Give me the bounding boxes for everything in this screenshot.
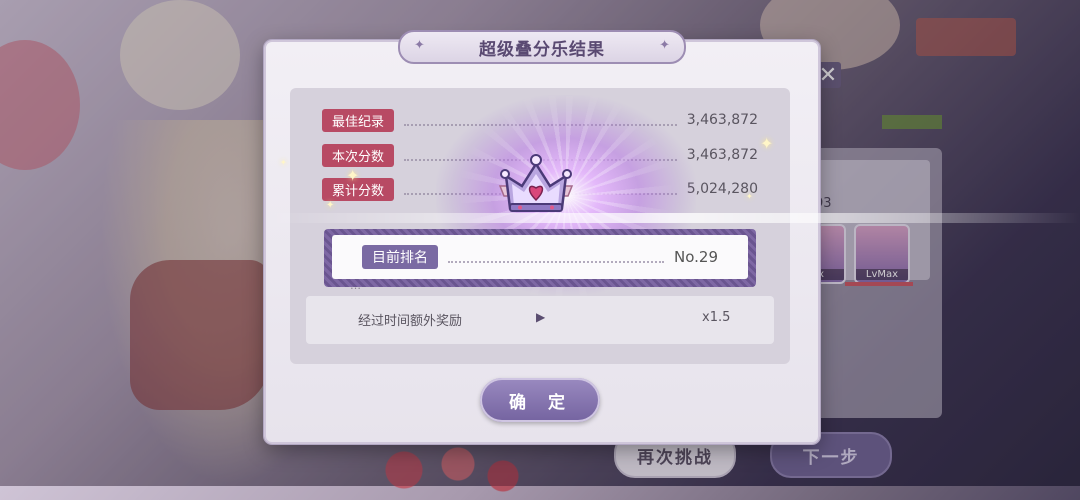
sparkle-icon: ✦	[746, 192, 753, 201]
sparkle-icon: ✦	[280, 158, 287, 167]
confirm-button[interactable]: 确 定	[480, 378, 600, 422]
sparkle-icon: ✦	[659, 38, 670, 53]
play-arrow-icon: ▶	[536, 310, 546, 324]
stat-label: 本次分数	[322, 143, 395, 167]
stat-value: 3,463,872	[686, 112, 758, 128]
dotted-leader	[404, 114, 677, 126]
rank-row: 目前排名 No.29	[332, 235, 748, 279]
bonus-multiplier: x1.5	[702, 310, 731, 325]
bonus-label: 经过时间额外奖励	[358, 314, 463, 329]
dotted-leader	[448, 251, 664, 263]
dialog-title: 超级叠分乐结果	[479, 39, 605, 60]
stat-row-best-record: 最佳纪录 3,463,872	[322, 108, 758, 132]
sparkle-icon: ✦	[414, 38, 425, 53]
rank-value: No.29	[674, 248, 718, 266]
dialog-title-bar: ✦ 超级叠分乐结果 ✦	[398, 30, 686, 64]
crown-icon	[498, 154, 574, 212]
stat-label: 最佳纪录	[322, 108, 395, 132]
rank-label: 目前排名	[362, 245, 438, 269]
sparkle-icon: ✦	[326, 200, 335, 211]
sparkle-icon: ✦	[346, 166, 360, 185]
stat-value: 3,463,872	[686, 147, 758, 163]
sparkle-icon: ✦	[760, 134, 774, 153]
